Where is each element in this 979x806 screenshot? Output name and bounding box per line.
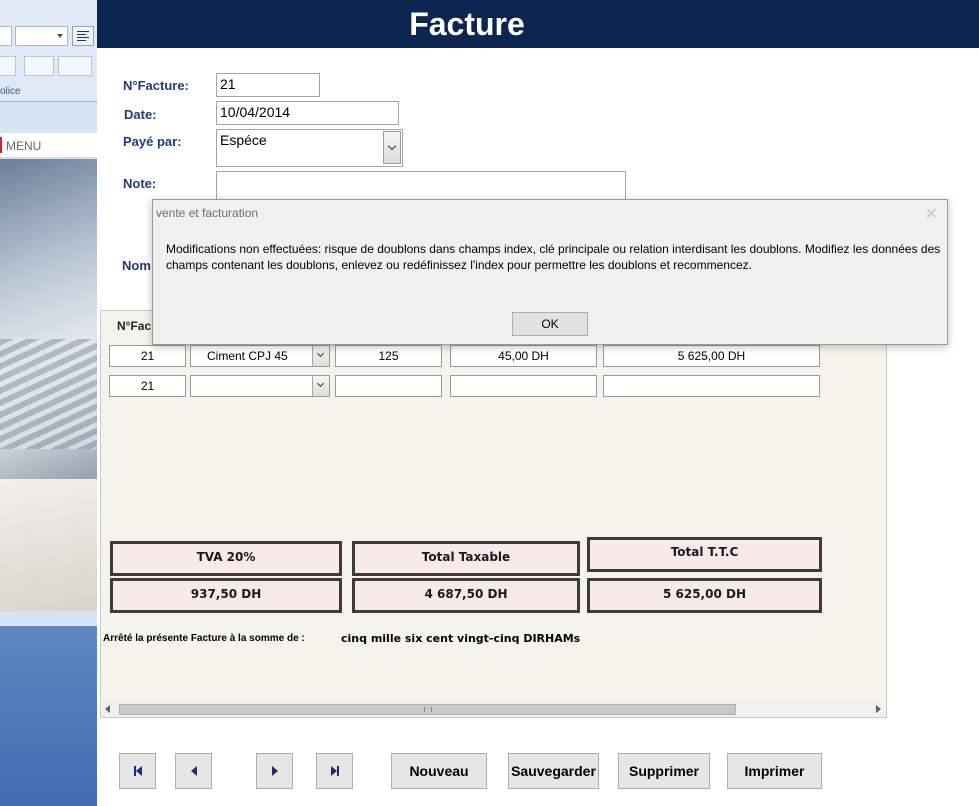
form-header: Facture xyxy=(97,0,979,48)
chevron-down-icon xyxy=(316,379,325,388)
num-facture-field[interactable]: 21 xyxy=(216,73,320,97)
row2-num-cell[interactable]: 21 xyxy=(109,375,186,397)
laptop-photo xyxy=(0,159,97,611)
keyboard-image xyxy=(0,339,97,449)
menu-bar: MENU xyxy=(0,133,97,158)
first-record-button[interactable] xyxy=(119,753,156,789)
tva-value-box: 937,50 DH xyxy=(110,578,342,613)
num-facture-label: N°Facture: xyxy=(123,78,189,93)
arrete-label: Arrêté la présente Facture à la somme de… xyxy=(103,633,305,644)
ok-button[interactable]: OK xyxy=(512,312,588,336)
fill-color-icon[interactable] xyxy=(0,56,16,76)
row2-total-cell[interactable] xyxy=(603,375,820,397)
row2-produit-dropdown[interactable] xyxy=(312,376,329,396)
align-left-icon[interactable] xyxy=(72,26,94,46)
chevron-down-icon xyxy=(387,141,397,151)
scroll-left-icon[interactable] xyxy=(105,705,110,713)
background-access-window: olice MENU xyxy=(0,0,97,806)
page-title: Facture xyxy=(409,6,525,42)
size-combo[interactable] xyxy=(15,26,68,46)
last-record-icon xyxy=(330,766,339,776)
chevron-down-icon xyxy=(316,349,325,358)
background-desktop xyxy=(0,626,97,806)
nouveau-button[interactable]: Nouveau xyxy=(391,753,487,789)
row2-quantite-cell[interactable] xyxy=(335,375,442,397)
supprimer-button[interactable]: Supprimer xyxy=(618,753,710,789)
facture-form: Facture N°Facture: 21 Date: 10/04/2014 P… xyxy=(97,0,979,806)
date-field[interactable]: 10/04/2014 xyxy=(216,101,399,125)
previous-record-button[interactable] xyxy=(175,753,212,789)
total-taxable-value-box: 4 687,50 DH xyxy=(352,578,580,613)
row2-produit-combo[interactable] xyxy=(190,375,330,397)
lignes-subform: N°Fac 21 Ciment CPJ 45 125 45,00 DH 5 62… xyxy=(100,310,887,718)
row1-total-cell[interactable]: 5 625,00 DH xyxy=(603,345,820,367)
alternate-row-icon[interactable] xyxy=(58,56,92,76)
row1-produit-dropdown[interactable] xyxy=(312,346,329,366)
subform-header-num: N°Fac xyxy=(117,319,152,333)
first-record-icon xyxy=(133,766,142,776)
note-label: Note: xyxy=(123,176,157,191)
next-record-button[interactable] xyxy=(256,753,293,789)
total-ttc-value-box: 5 625,00 DH xyxy=(587,578,822,613)
sauvegarder-button[interactable]: Sauvegarder xyxy=(508,753,599,789)
next-record-icon xyxy=(271,766,278,776)
ribbon-group-label: olice xyxy=(0,86,21,97)
row2-prix-cell[interactable] xyxy=(450,375,597,397)
note-field[interactable] xyxy=(216,171,626,201)
row1-produit-combo[interactable]: Ciment CPJ 45 xyxy=(190,345,330,367)
horizontal-scrollbar[interactable] xyxy=(102,702,885,717)
ribbon: olice xyxy=(0,0,97,102)
arrete-value: cinq mille six cent vingt-cinq DIRHAMs xyxy=(341,632,581,645)
row1-quantite-cell[interactable]: 125 xyxy=(335,345,442,367)
tva-label-box: TVA 20% xyxy=(110,541,342,576)
font-combo[interactable] xyxy=(0,26,12,46)
previous-record-icon xyxy=(190,766,197,776)
row1-prix-cell[interactable]: 45,00 DH xyxy=(450,345,597,367)
dialog-message: Modifications non effectuées: risque de … xyxy=(166,242,941,272)
error-dialog: vente et facturation ✕ Modifications non… xyxy=(152,199,948,345)
dialog-title: vente et facturation xyxy=(156,206,259,220)
menu-marker xyxy=(0,137,2,153)
paper-image xyxy=(0,479,97,611)
scroll-right-icon[interactable] xyxy=(876,705,881,713)
paye-par-combo[interactable]: Espéce xyxy=(216,129,403,167)
last-record-button[interactable] xyxy=(316,753,353,789)
total-ttc-label-box: Total T.T.C xyxy=(587,537,822,572)
row1-produit-value: Ciment CPJ 45 xyxy=(207,349,288,363)
menu-label[interactable]: MENU xyxy=(6,139,41,153)
gridlines-icon[interactable] xyxy=(24,56,54,76)
paye-par-dropdown-button[interactable] xyxy=(383,131,401,164)
paye-par-value: Espéce xyxy=(220,132,267,148)
imprimer-button[interactable]: Imprimer xyxy=(727,753,822,789)
row1-num-cell[interactable]: 21 xyxy=(109,345,186,367)
paye-par-label: Payé par: xyxy=(123,134,182,149)
scroll-thumb[interactable] xyxy=(119,704,736,715)
nom-label: Nom xyxy=(122,258,151,273)
total-taxable-label-box: Total Taxable xyxy=(352,541,580,576)
close-icon[interactable]: ✕ xyxy=(925,204,938,224)
date-label: Date: xyxy=(124,107,157,122)
